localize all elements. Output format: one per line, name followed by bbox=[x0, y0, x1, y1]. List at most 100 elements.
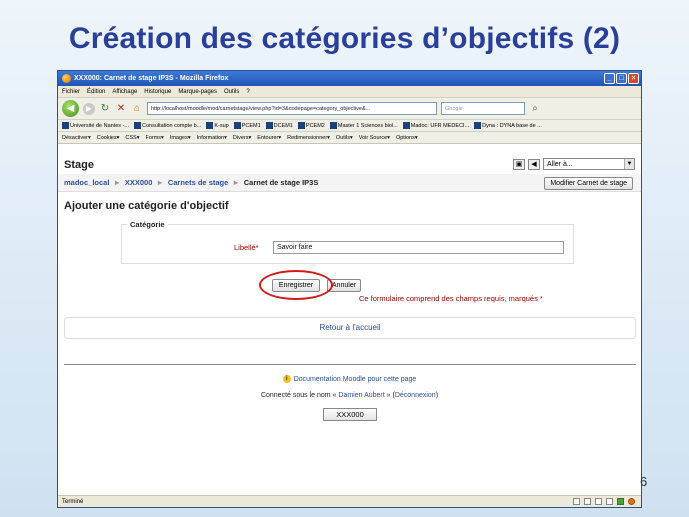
user-name-link[interactable]: Damien Aubert bbox=[338, 392, 384, 399]
close-button[interactable]: × bbox=[628, 73, 639, 84]
page-icon bbox=[265, 122, 273, 129]
home-link[interactable]: Retour à l'accueil bbox=[64, 317, 636, 339]
goto-controls: ▣ ◀ Aller à... ▼ bbox=[513, 158, 635, 170]
dev-information[interactable]: Information▾ bbox=[197, 135, 227, 141]
dock-icon[interactable]: ▣ bbox=[513, 158, 525, 170]
addon-icon[interactable] bbox=[595, 498, 602, 505]
bookmark-label: Madoc: UFR MEDECI... bbox=[410, 122, 470, 129]
page-content: Stage ▣ ◀ Aller à... ▼ madoc_local ► XXX… bbox=[58, 156, 641, 496]
addon-icon[interactable] bbox=[573, 498, 580, 505]
bookmark-item[interactable]: DCEM1 bbox=[265, 122, 293, 129]
libelle-input[interactable]: Savoir faire bbox=[273, 241, 564, 254]
status-bar: Terminé bbox=[58, 495, 641, 507]
reload-icon[interactable]: ↻ bbox=[99, 103, 111, 114]
menu-outils[interactable]: Outils bbox=[224, 89, 239, 95]
bookmark-item[interactable]: Dyna : DYNA base de ... bbox=[474, 122, 542, 129]
bookmark-label: K-sup bbox=[214, 122, 229, 129]
developer-toolbar: Désactiver▾ Cookies▾ CSS▾ Forms▾ Images▾… bbox=[58, 132, 641, 144]
menu-marque-pages[interactable]: Marque-pages bbox=[178, 89, 217, 95]
bookmark-item[interactable]: PCEM2 bbox=[297, 122, 325, 129]
goto-select[interactable]: Aller à... ▼ bbox=[543, 158, 635, 170]
edit-carnet-button[interactable]: Modifier Carnet de stage bbox=[544, 177, 633, 190]
dev-cookies[interactable]: Cookies▾ bbox=[97, 135, 120, 141]
page-icon bbox=[297, 122, 305, 129]
firebug-icon[interactable] bbox=[628, 498, 635, 505]
bookmark-item[interactable]: Consultation compte b... bbox=[134, 122, 201, 129]
url-bar[interactable]: http://localhost/moodle/mod/carnetstage/… bbox=[147, 102, 437, 115]
window-controls: _ □ × bbox=[604, 73, 639, 84]
breadcrumb-separator: ► bbox=[232, 178, 240, 187]
bookmark-label: PCEM2 bbox=[305, 122, 325, 129]
dev-images[interactable]: Images▾ bbox=[170, 135, 191, 141]
info-icon: i bbox=[282, 375, 291, 383]
search-icon[interactable]: ⌕ bbox=[529, 103, 541, 114]
bookmark-item[interactable]: Master 1 Sciences biol... bbox=[329, 122, 398, 129]
logged-prefix: Connecté sous le nom « bbox=[260, 392, 337, 399]
minimize-button[interactable]: _ bbox=[604, 73, 615, 84]
bookmark-label: PCEM1 bbox=[241, 122, 261, 129]
menu-edition[interactable]: Édition bbox=[87, 89, 105, 95]
forward-button[interactable]: ▶ bbox=[83, 102, 95, 115]
dev-outils[interactable]: Outils▾ bbox=[336, 135, 353, 141]
browser-window: XXX000: Carnet de stage IP3S - Mozilla F… bbox=[57, 70, 642, 508]
check-icon[interactable] bbox=[617, 498, 624, 505]
slide-number: 6 bbox=[640, 474, 648, 489]
libelle-label: Libellé* bbox=[234, 243, 259, 252]
dev-forms[interactable]: Forms▾ bbox=[145, 135, 163, 141]
search-input[interactable]: Google bbox=[441, 102, 525, 115]
fieldset-legend: Catégorie bbox=[127, 220, 168, 229]
home-icon[interactable]: ⌂ bbox=[131, 103, 143, 114]
bookmark-item[interactable]: Madoc: UFR MEDECI... bbox=[402, 122, 470, 129]
dev-redimensionner[interactable]: Redimensionner▾ bbox=[287, 135, 330, 141]
search-placeholder: Google bbox=[445, 105, 463, 112]
breadcrumb-current: Carnet de stage IP3S bbox=[243, 178, 319, 187]
breadcrumb-madoc-local[interactable]: madoc_local bbox=[64, 178, 109, 187]
dev-options[interactable]: Options▾ bbox=[396, 135, 418, 141]
menu-historique[interactable]: Historique bbox=[144, 89, 171, 95]
dev-entourer[interactable]: Entourer▾ bbox=[257, 135, 281, 141]
bookmark-item[interactable]: K-sup bbox=[206, 122, 229, 129]
page-icon bbox=[134, 122, 141, 129]
breadcrumb-separator: ► bbox=[113, 178, 121, 187]
login-info: Connecté sous le nom « Damien Aubert » (… bbox=[58, 392, 641, 399]
footer-divider bbox=[64, 364, 636, 365]
goto-label: Aller à... bbox=[547, 160, 573, 168]
menu-affichage[interactable]: Affichage bbox=[112, 89, 137, 95]
url-text: http://localhost/moodle/mod/carnetstage/… bbox=[151, 105, 371, 112]
logged-mid: » ( bbox=[386, 392, 395, 399]
breadcrumb-separator: ► bbox=[156, 178, 164, 187]
dev-css[interactable]: CSS▾ bbox=[125, 135, 139, 141]
dev-voir-source[interactable]: Voir Source▾ bbox=[359, 135, 390, 141]
dev-desactiver[interactable]: Désactiver▾ bbox=[62, 135, 91, 141]
back-button[interactable]: ◀ bbox=[62, 100, 79, 117]
page-icon bbox=[233, 122, 241, 129]
breadcrumb-course[interactable]: XXX000 bbox=[125, 178, 153, 187]
breadcrumb-carnets[interactable]: Carnets de stage bbox=[168, 178, 228, 187]
site-name: Stage bbox=[64, 159, 94, 171]
page-icon bbox=[206, 122, 214, 129]
bookmark-label: Consultation compte b... bbox=[142, 122, 202, 129]
bookmarks-bar: Université de Nantes -... Consultation c… bbox=[58, 120, 641, 132]
bookmark-label: DCEM1 bbox=[273, 122, 293, 129]
bookmark-item[interactable]: Université de Nantes -... bbox=[62, 122, 129, 129]
logout-link[interactable]: Déconnexion bbox=[395, 392, 436, 399]
stop-icon[interactable]: ✕ bbox=[115, 103, 127, 114]
category-fieldset: Catégorie Libellé* Savoir faire bbox=[121, 220, 574, 264]
documentation-link[interactable]: i Documentation Moodle pour cette page bbox=[58, 375, 641, 383]
maximize-button[interactable]: □ bbox=[616, 73, 627, 84]
addon-icon[interactable] bbox=[584, 498, 591, 505]
dev-divers[interactable]: Divers▾ bbox=[233, 135, 251, 141]
previous-button[interactable]: ◀ bbox=[528, 158, 540, 170]
bookmark-label: Université de Nantes -... bbox=[70, 122, 129, 129]
slide-title: Création des catégories d’objectifs (2) bbox=[68, 22, 621, 55]
bookmark-label: Dyna : DYNA base de ... bbox=[482, 122, 542, 129]
menu-fichier[interactable]: Fichier bbox=[62, 89, 80, 95]
navigation-toolbar: ◀ ▶ ↻ ✕ ⌂ http://localhost/moodle/mod/ca… bbox=[58, 98, 641, 120]
addon-icon[interactable] bbox=[606, 498, 613, 505]
window-title: XXX000: Carnet de stage IP3S - Mozilla F… bbox=[74, 75, 229, 82]
logged-suffix: ) bbox=[435, 392, 439, 399]
menu-aide[interactable]: ? bbox=[246, 89, 249, 95]
bookmark-item[interactable]: PCEM1 bbox=[233, 122, 261, 129]
chevron-down-icon: ▼ bbox=[624, 159, 634, 169]
course-home-button[interactable]: XXX000 bbox=[323, 408, 377, 421]
